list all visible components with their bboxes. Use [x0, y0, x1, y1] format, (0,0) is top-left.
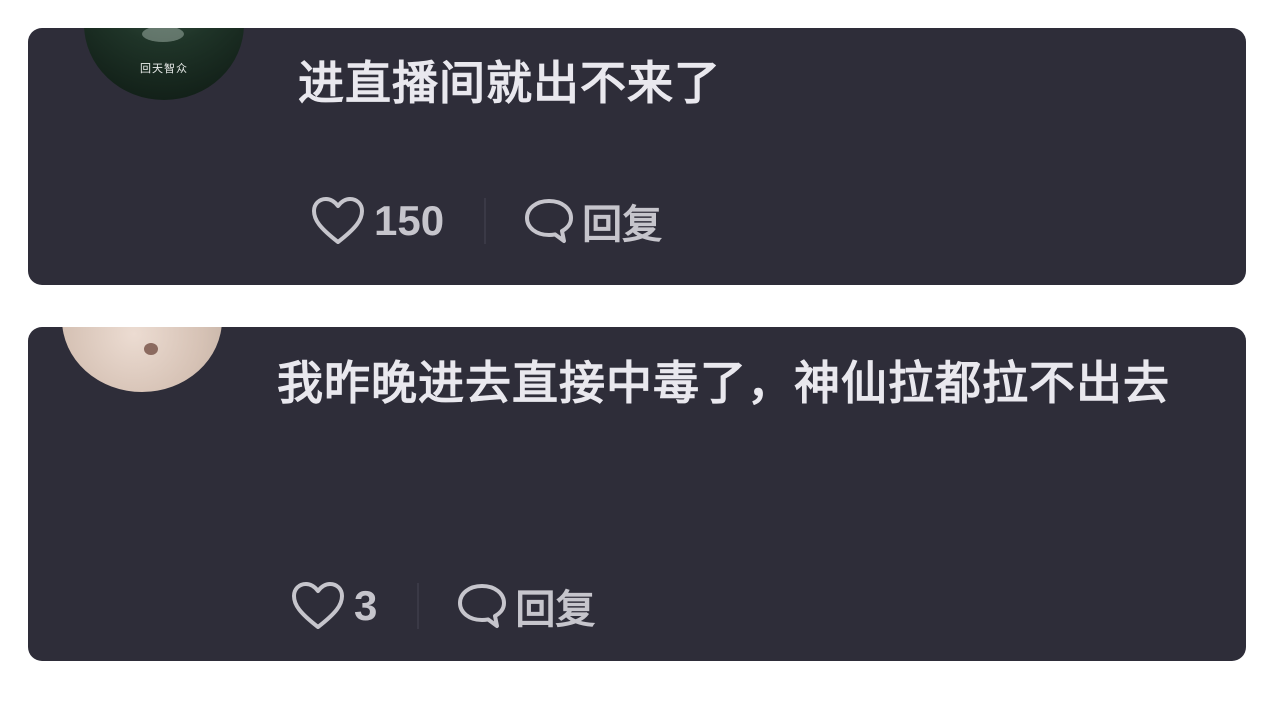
speech-bubble-icon	[458, 584, 507, 628]
action-divider	[417, 583, 420, 629]
comment-text: 进直播间就出不来了	[298, 56, 721, 110]
comment-actions: 3 回复	[290, 577, 595, 635]
reply-label: 回复	[515, 587, 596, 633]
avatar-image-detail	[144, 343, 158, 355]
avatar[interactable]	[62, 327, 222, 392]
comment-actions: 150 回复	[310, 192, 662, 250]
avatar-logo-text: 回天智众	[140, 62, 188, 75]
comment-text: 我昨晚进去直接中毒了，神仙拉都拉不出去	[277, 356, 1170, 410]
reply-button[interactable]: 回复	[522, 192, 662, 250]
heart-outline-icon	[312, 197, 364, 244]
like-count: 3	[354, 582, 378, 629]
action-divider	[484, 198, 487, 244]
like-button[interactable]: 150	[310, 196, 444, 246]
avatar-image-detail	[142, 28, 184, 42]
like-count: 150	[374, 197, 445, 244]
comment-card: 我昨晚进去直接中毒了，神仙拉都拉不出去 3 回复	[28, 327, 1246, 661]
avatar[interactable]: 回天智众	[84, 28, 244, 100]
reply-label: 回复	[582, 202, 663, 248]
speech-bubble-icon	[525, 199, 574, 243]
heart-outline-icon	[292, 582, 344, 629]
like-button[interactable]: 3	[290, 581, 377, 631]
reply-button[interactable]: 回复	[455, 577, 595, 635]
comment-card: 回天智众 进直播间就出不来了 150 回复	[28, 28, 1246, 285]
